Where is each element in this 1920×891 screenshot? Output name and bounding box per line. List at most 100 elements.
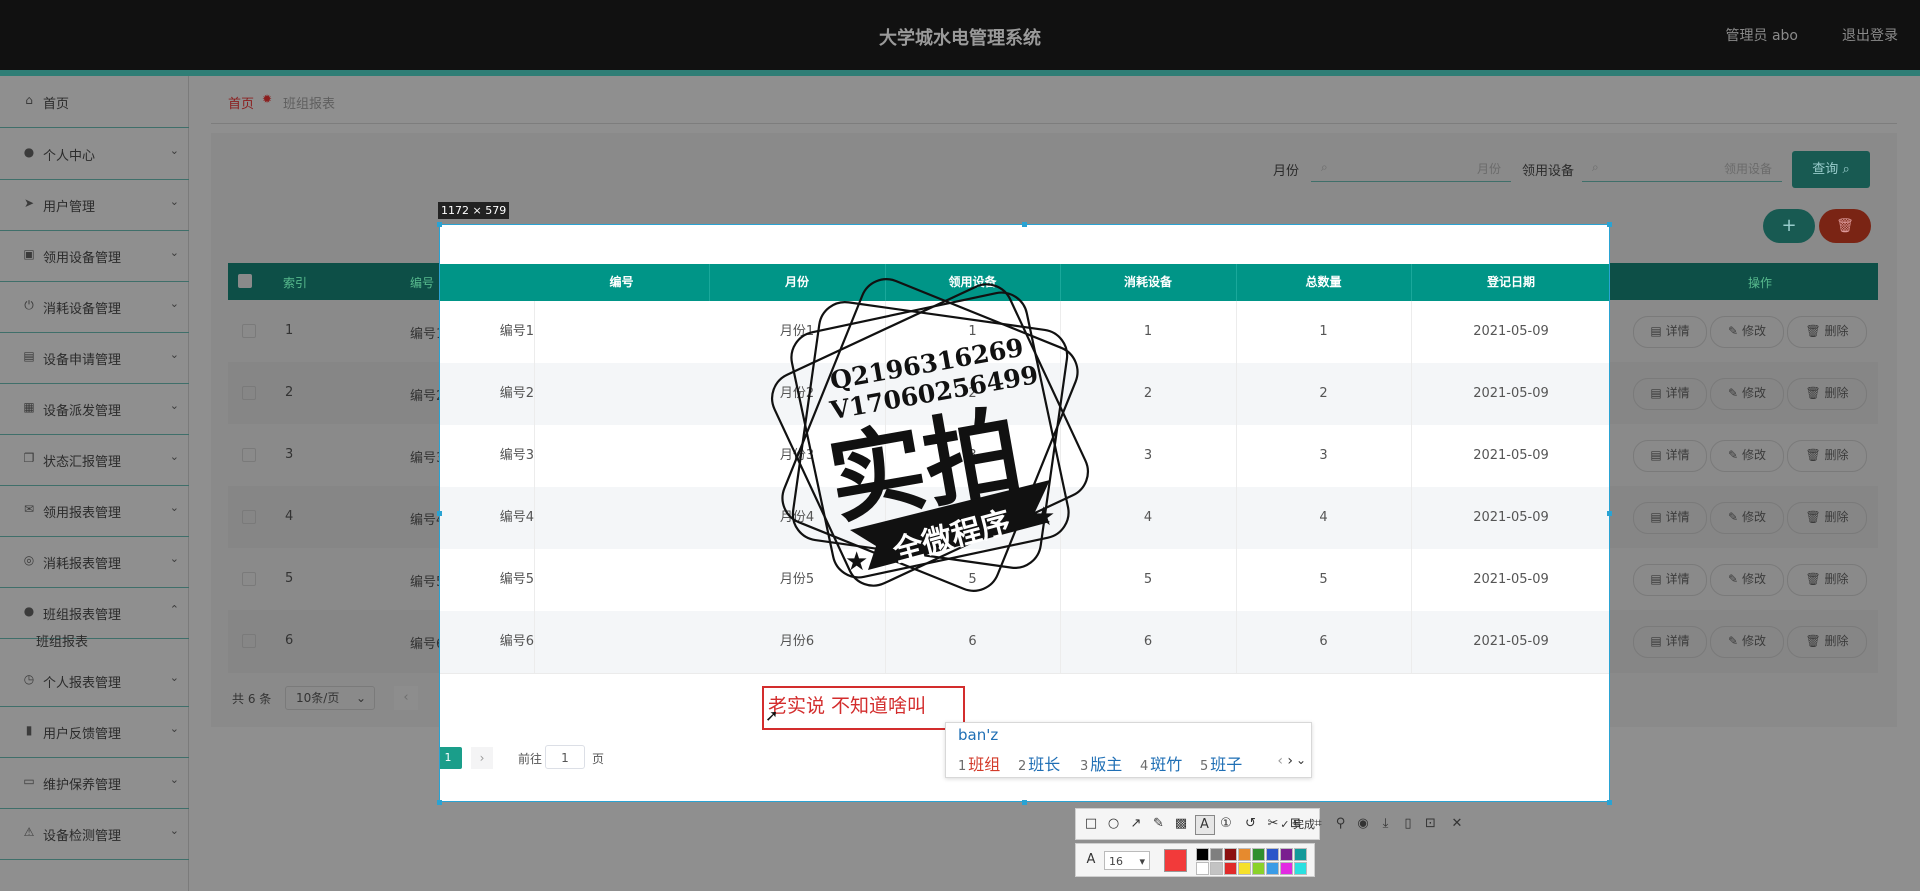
number-icon[interactable]: ① bbox=[1217, 815, 1235, 833]
color-swatch[interactable] bbox=[1280, 862, 1293, 875]
row-checkbox[interactable] bbox=[242, 572, 256, 586]
color-swatch[interactable] bbox=[1280, 848, 1293, 861]
goto-page-input[interactable]: 1 bbox=[545, 745, 585, 769]
delete-button[interactable]: 🗑 删除 bbox=[1787, 440, 1867, 472]
detail-button[interactable]: ▤ 详情 bbox=[1633, 502, 1707, 534]
sidebar-item-9[interactable]: ✉ 领用报表管理 ⌄ bbox=[0, 485, 189, 537]
row-checkbox[interactable] bbox=[242, 386, 256, 400]
detail-button[interactable]: ▤ 详情 bbox=[1633, 564, 1707, 596]
row-checkbox[interactable] bbox=[242, 510, 256, 524]
prev-page-button[interactable]: ‹ bbox=[394, 686, 418, 710]
detail-button[interactable]: ▤ 详情 bbox=[1633, 440, 1707, 472]
sidebar-subitem-team-report[interactable]: 班组报表 bbox=[0, 625, 189, 655]
month-input[interactable]: ⌕ 月份 bbox=[1311, 154, 1511, 182]
color-swatch[interactable] bbox=[1238, 848, 1251, 861]
resize-handle[interactable] bbox=[1022, 800, 1027, 805]
ime-candidate-window[interactable]: ban'z 1 班组 2 班长 3 版主 4 斑竹 5 班子 ‹ › ⌄ bbox=[945, 722, 1312, 778]
query-button[interactable]: 查询 ⌕ bbox=[1792, 151, 1870, 188]
color-swatch[interactable] bbox=[1294, 848, 1307, 861]
prev-page-icon[interactable]: ‹ bbox=[1277, 753, 1283, 769]
record-icon[interactable]: ◉ bbox=[1354, 815, 1372, 833]
color-swatch[interactable] bbox=[1210, 848, 1223, 861]
sidebar-item-8[interactable]: ❐ 状态汇报管理 ⌄ bbox=[0, 434, 189, 486]
row-checkbox[interactable] bbox=[242, 634, 256, 648]
color-swatch[interactable] bbox=[1252, 862, 1265, 875]
resize-handle[interactable] bbox=[1607, 800, 1612, 805]
ime-candidate[interactable]: 4 斑竹 bbox=[1140, 751, 1182, 775]
ime-candidate[interactable]: 3 版主 bbox=[1080, 751, 1122, 775]
page-1-button[interactable]: 1 bbox=[440, 747, 462, 769]
annotation-text-box[interactable]: 老实说 不知道啥叫 bbox=[762, 686, 965, 730]
color-swatch[interactable] bbox=[1294, 862, 1307, 875]
next-page-icon[interactable]: › bbox=[1287, 753, 1293, 769]
capture-region[interactable]: 编号 月份 领用设备 消耗设备 总数量 登记日期 编号1 月份1 1 1 1 2021-05-09 编… bbox=[439, 224, 1610, 802]
row-checkbox[interactable] bbox=[242, 448, 256, 462]
select-all-checkbox[interactable] bbox=[238, 274, 252, 288]
sidebar-item-2[interactable]: ● 个人中心 ⌄ bbox=[0, 128, 189, 180]
delete-button[interactable]: 🗑 删除 bbox=[1787, 626, 1867, 658]
column-header[interactable]: 编号 bbox=[534, 264, 710, 301]
color-swatch[interactable] bbox=[1266, 848, 1279, 861]
sidebar-item-5[interactable]: ⏻ 消耗设备管理 ⌄ bbox=[0, 281, 189, 333]
undo-icon[interactable]: ↺ bbox=[1242, 815, 1260, 833]
color-swatch[interactable] bbox=[1196, 848, 1209, 861]
sidebar-item-15[interactable]: ⚠ 设备检测管理 ⌄ bbox=[0, 808, 189, 860]
detail-button[interactable]: ▤ 详情 bbox=[1633, 378, 1707, 410]
download-icon[interactable]: ⤓ bbox=[1377, 815, 1395, 833]
mosaic-icon[interactable]: ▩ bbox=[1172, 815, 1190, 833]
color-swatch[interactable] bbox=[1210, 862, 1223, 875]
detail-button[interactable]: ▤ 详情 bbox=[1633, 626, 1707, 658]
resize-handle[interactable] bbox=[437, 800, 442, 805]
font-size-select[interactable]: 16 ▾ bbox=[1104, 851, 1150, 870]
resize-handle[interactable] bbox=[437, 511, 442, 516]
rectangle-icon[interactable]: □ bbox=[1082, 815, 1100, 833]
ime-candidate[interactable]: 2 班长 bbox=[1018, 751, 1060, 775]
column-header[interactable]: 登记日期 bbox=[1411, 264, 1609, 301]
phone-icon[interactable]: ▯ bbox=[1399, 815, 1417, 833]
edit-button[interactable]: ✎ 修改 bbox=[1710, 564, 1784, 596]
color-swatch[interactable] bbox=[1224, 848, 1237, 861]
sidebar-item-7[interactable]: ▦ 设备派发管理 ⌄ bbox=[0, 383, 189, 435]
delete-button[interactable]: 🗑 删除 bbox=[1787, 502, 1867, 534]
ime-candidate[interactable]: 5 班子 bbox=[1200, 751, 1242, 775]
resize-handle[interactable] bbox=[1022, 222, 1027, 227]
edit-button[interactable]: ✎ 修改 bbox=[1710, 626, 1784, 658]
pin-icon[interactable]: ⚲ bbox=[1332, 815, 1350, 833]
color-swatch[interactable] bbox=[1266, 862, 1279, 875]
delete-button[interactable]: 🗑 删除 bbox=[1787, 316, 1867, 348]
ellipse-icon[interactable]: ○ bbox=[1105, 815, 1123, 833]
resize-handle[interactable] bbox=[1607, 222, 1612, 227]
column-header[interactable]: 总数量 bbox=[1236, 264, 1412, 301]
text-icon[interactable]: A bbox=[1194, 815, 1215, 835]
pencil-icon[interactable]: ✎ bbox=[1150, 815, 1168, 833]
sidebar-item-6[interactable]: ▤ 设备申请管理 ⌄ bbox=[0, 332, 189, 384]
breadcrumb-home[interactable]: 首页 bbox=[228, 93, 254, 112]
resize-handle[interactable] bbox=[1607, 511, 1612, 516]
bookmark-icon[interactable]: ⊡ bbox=[1422, 815, 1440, 833]
edit-button[interactable]: ✎ 修改 bbox=[1710, 316, 1784, 348]
sidebar-item-13[interactable]: ▮ 用户反馈管理 ⌄ bbox=[0, 706, 189, 758]
sidebar-item-1[interactable]: ⌂ 首页 bbox=[0, 76, 189, 128]
resize-handle[interactable] bbox=[437, 222, 442, 227]
delete-button[interactable]: 🗑 删除 bbox=[1787, 564, 1867, 596]
sidebar-item-14[interactable]: ▭ 维护保养管理 ⌄ bbox=[0, 757, 189, 809]
done-button[interactable]: ✓ 完成 bbox=[1280, 816, 1315, 832]
batch-delete-button[interactable]: 🗑 bbox=[1819, 209, 1871, 243]
detail-button[interactable]: ▤ 详情 bbox=[1633, 316, 1707, 348]
page-size-select[interactable]: 10条/页 ⌄ bbox=[285, 686, 375, 710]
edit-button[interactable]: ✎ 修改 bbox=[1710, 502, 1784, 534]
delete-button[interactable]: 🗑 删除 bbox=[1787, 378, 1867, 410]
ime-candidate[interactable]: 1 班组 bbox=[958, 751, 1000, 775]
close-icon[interactable]: ✕ bbox=[1448, 815, 1466, 833]
sidebar-item-4[interactable]: ▣ 领用设备管理 ⌄ bbox=[0, 230, 189, 282]
row-checkbox[interactable] bbox=[242, 324, 256, 338]
logout-link[interactable]: 退出登录 bbox=[1842, 25, 1898, 45]
sidebar-item-3[interactable]: ➤ 用户管理 ⌄ bbox=[0, 179, 189, 231]
color-swatch[interactable] bbox=[1252, 848, 1265, 861]
device-input[interactable]: ⌕ 领用设备 bbox=[1582, 154, 1782, 182]
edit-button[interactable]: ✎ 修改 bbox=[1710, 440, 1784, 472]
sidebar-item-12[interactable]: ◷ 个人报表管理 ⌄ bbox=[0, 655, 189, 707]
next-page-button[interactable]: › bbox=[471, 747, 493, 769]
color-swatch[interactable] bbox=[1238, 862, 1251, 875]
color-swatch[interactable] bbox=[1196, 862, 1209, 875]
